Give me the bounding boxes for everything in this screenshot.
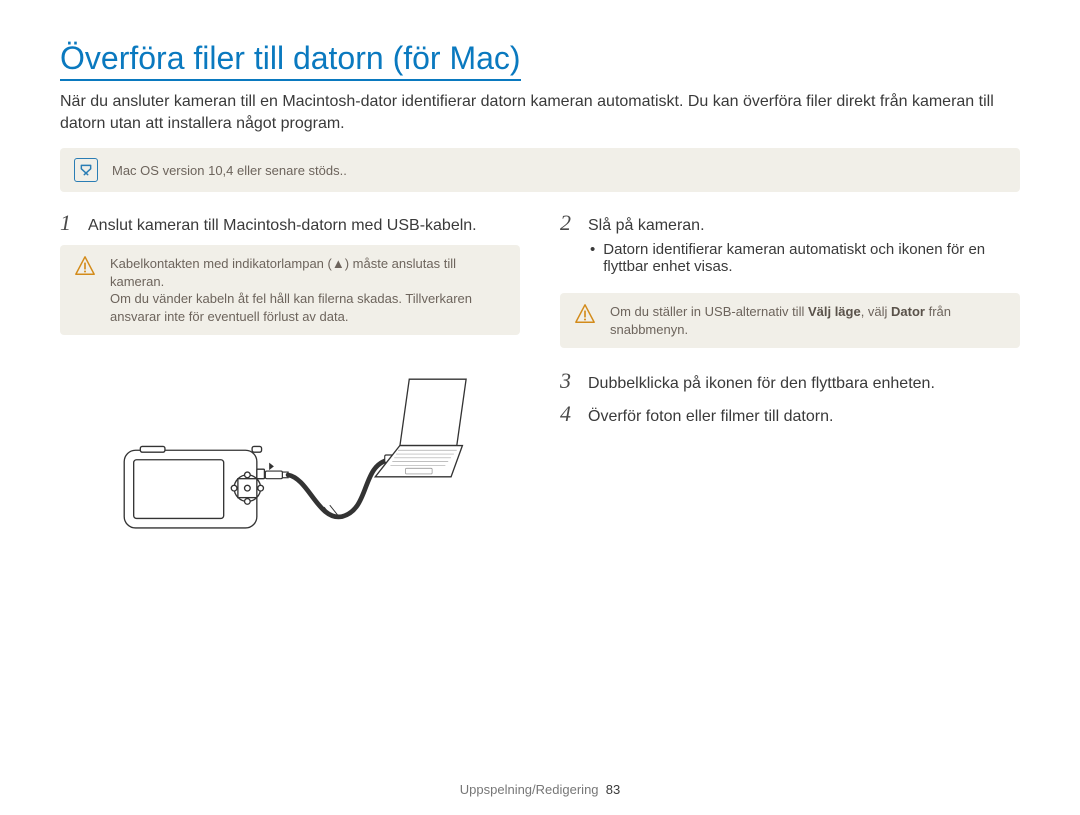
camera-laptop-svg: [110, 365, 470, 545]
page-footer: Uppspelning/Redigering 83: [0, 782, 1080, 797]
left-column: 1 Anslut kameran till Macintosh-datorn m…: [60, 212, 520, 545]
step-2-bullet: Datorn identifierar kameran automatiskt …: [590, 241, 1020, 275]
content-columns: 1 Anslut kameran till Macintosh-datorn m…: [60, 212, 1020, 545]
footer-section: Uppspelning/Redigering: [460, 782, 599, 797]
step-3: 3 Dubbelklicka på ikonen för den flyttba…: [560, 370, 1020, 393]
page-title: Överföra filer till datorn (för Mac): [60, 40, 521, 81]
caution-icon: [574, 303, 596, 338]
step-number: 4: [560, 403, 578, 425]
manual-page: Överföra filer till datorn (för Mac) När…: [0, 0, 1080, 815]
connection-illustration: [60, 365, 520, 545]
top-note-box: Mac OS version 10,4 eller senare stöds..: [60, 148, 1020, 192]
step-3-text: Dubbelklicka på ikonen för den flyttbara…: [588, 375, 935, 393]
left-warning-box: Kabelkontakten med indikatorlampan (▲) m…: [60, 245, 520, 335]
step-2: 2 Slå på kameran.: [560, 212, 1020, 235]
page-number: 83: [606, 782, 620, 797]
step-4-text: Överför foton eller filmer till datorn.: [588, 408, 833, 426]
caution-icon: [74, 255, 96, 325]
step-number: 3: [560, 370, 578, 392]
intro-paragraph: När du ansluter kameran till en Macintos…: [60, 91, 1020, 134]
left-warning-text: Kabelkontakten med indikatorlampan (▲) m…: [110, 255, 506, 325]
note-icon: [74, 158, 98, 182]
right-warning-text: Om du ställer in USB-alternativ till Väl…: [610, 303, 1006, 338]
step-1: 1 Anslut kameran till Macintosh-datorn m…: [60, 212, 520, 235]
right-warning-box: Om du ställer in USB-alternativ till Väl…: [560, 293, 1020, 348]
top-note-text: Mac OS version 10,4 eller senare stöds..: [112, 163, 347, 178]
right-column: 2 Slå på kameran. Datorn identifierar ka…: [560, 212, 1020, 545]
step-2-text: Slå på kameran.: [588, 217, 705, 235]
step-number: 1: [60, 212, 78, 234]
step-4: 4 Överför foton eller filmer till datorn…: [560, 403, 1020, 426]
step-1-text: Anslut kameran till Macintosh-datorn med…: [88, 217, 477, 235]
step-number: 2: [560, 212, 578, 234]
